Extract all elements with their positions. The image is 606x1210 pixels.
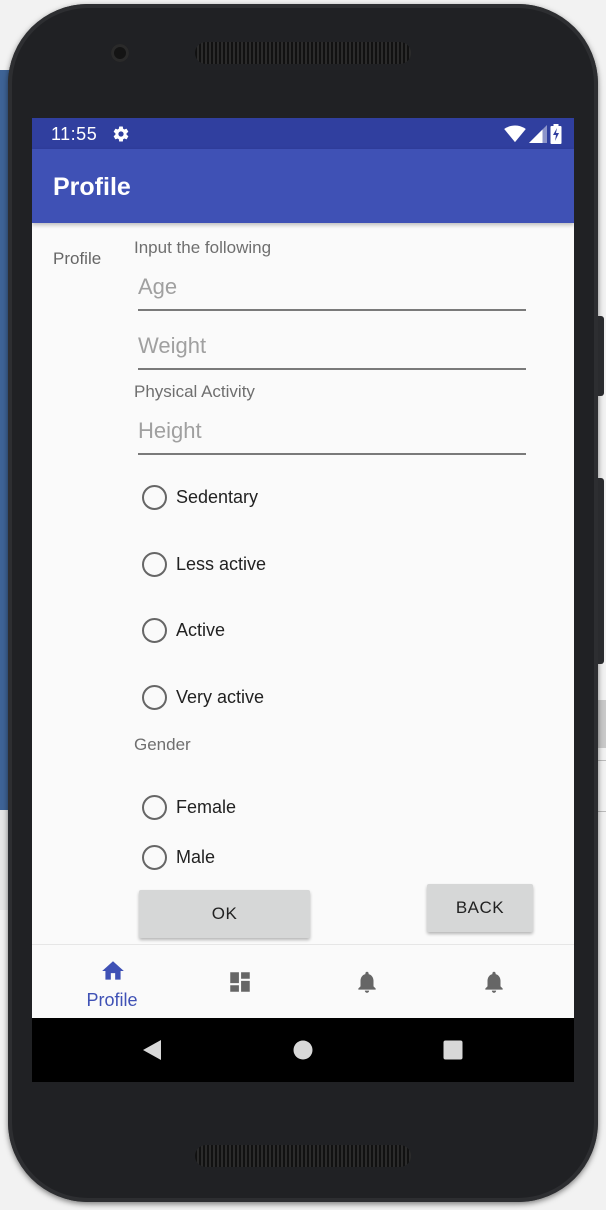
height-input[interactable] <box>138 411 526 451</box>
settings-gear-icon <box>113 126 129 142</box>
radio-label: Very active <box>176 686 265 707</box>
status-icons <box>504 124 562 144</box>
back-button[interactable]: BACK <box>427 884 533 932</box>
radio-very-active[interactable]: Very active <box>142 682 264 712</box>
age-field[interactable] <box>138 267 526 311</box>
radio-male[interactable]: Male <box>142 842 215 872</box>
device-screen: 11:55 Profile Profile Input the followin… <box>32 118 574 1082</box>
front-camera <box>111 44 129 62</box>
radio-label: Less active <box>176 553 267 574</box>
radio-button-unchecked-icon[interactable] <box>142 617 167 643</box>
radio-sedentary[interactable]: Sedentary <box>142 482 258 512</box>
volume-button <box>598 316 604 396</box>
home-icon <box>102 961 124 980</box>
profile-side-label: Profile <box>53 249 102 268</box>
input-instructions-label: Input the following <box>134 238 272 257</box>
cell-signal-icon <box>529 125 547 143</box>
radio-less-active[interactable]: Less active <box>142 549 266 579</box>
bottom-speaker-grille <box>195 1145 411 1167</box>
height-field[interactable] <box>138 411 526 455</box>
radio-female[interactable]: Female <box>142 792 236 822</box>
top-speaker-grille <box>195 42 411 64</box>
weight-input[interactable] <box>138 326 526 366</box>
nav-item-notifications-2[interactable] <box>433 945 553 1019</box>
radio-label: Female <box>176 796 237 817</box>
home-circle-icon[interactable] <box>292 1039 314 1061</box>
radio-button-unchecked-icon[interactable] <box>142 551 167 577</box>
app-bar-title: Profile <box>53 173 131 201</box>
ok-button[interactable]: OK <box>139 890 310 938</box>
radio-button-unchecked-icon[interactable] <box>142 484 167 510</box>
status-bar: 11:55 <box>32 118 574 149</box>
bottom-navigation: Profile <box>32 944 574 1019</box>
app-bar: Profile <box>32 149 574 223</box>
weight-field[interactable] <box>138 326 526 370</box>
status-time: 11:55 <box>51 124 98 144</box>
nav-item-notifications[interactable] <box>306 945 426 1019</box>
power-button <box>598 478 604 664</box>
nav-item-label: Profile <box>86 990 138 1010</box>
wifi-icon <box>504 125 526 143</box>
back-triangle-icon[interactable] <box>141 1038 163 1062</box>
radio-button-unchecked-icon[interactable] <box>142 794 167 820</box>
radio-label: Sedentary <box>176 486 259 507</box>
gender-label: Gender <box>134 735 191 754</box>
dashboard-icon <box>230 972 250 992</box>
physical-activity-label: Physical Activity <box>134 382 255 401</box>
radio-label: Active <box>176 619 226 640</box>
battery-icon <box>550 124 562 144</box>
recents-square-icon[interactable] <box>443 1040 463 1060</box>
nav-item-profile[interactable]: Profile <box>52 945 172 1019</box>
radio-button-unchecked-icon[interactable] <box>142 684 167 710</box>
notifications-icon <box>358 971 376 993</box>
radio-button-unchecked-icon[interactable] <box>142 844 167 870</box>
nav-item-dashboard[interactable] <box>179 945 299 1019</box>
radio-active[interactable]: Active <box>142 615 225 645</box>
age-input[interactable] <box>138 267 526 307</box>
notifications-icon <box>485 971 503 993</box>
system-navigation-bar <box>32 1018 574 1082</box>
radio-label: Male <box>176 846 216 867</box>
